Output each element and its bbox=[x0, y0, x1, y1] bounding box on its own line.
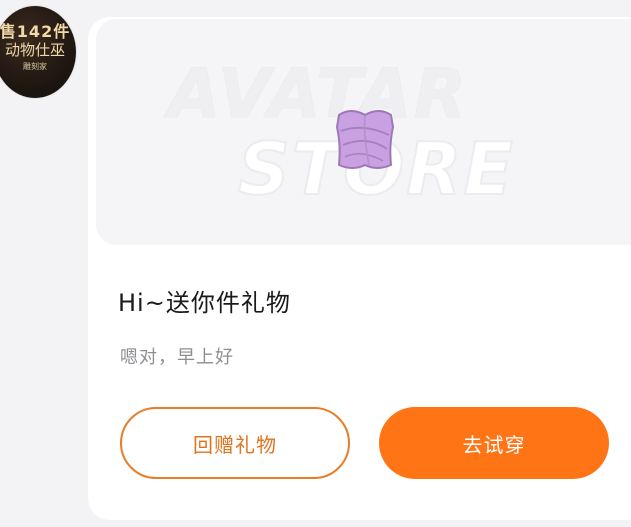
try-on-button[interactable]: 去试穿 bbox=[379, 407, 609, 479]
avatar-badge-small: 雕刻家 bbox=[23, 62, 47, 71]
avatar-badge-name: 动物仕巫 bbox=[4, 41, 65, 59]
return-gift-button[interactable]: 回赠礼物 bbox=[120, 407, 350, 479]
avatar[interactable]: 售142件 动物仕巫 雕刻家 bbox=[0, 6, 76, 98]
gift-banner: AVATAR STORE bbox=[96, 19, 631, 245]
watermark-avatar: AVATAR bbox=[167, 55, 469, 135]
gift-message-screen: 售142件 动物仕巫 雕刻家 AVATAR STORE Hi~送你件礼物 嗯对，… bbox=[0, 0, 631, 527]
gift-title: Hi~送你件礼物 bbox=[118, 289, 291, 317]
gift-card: AVATAR STORE Hi~送你件礼物 嗯对，早上好 回赠礼物 去试穿 bbox=[88, 17, 631, 520]
gift-subtitle: 嗯对，早上好 bbox=[120, 347, 234, 368]
tube-top-clothing-icon[interactable] bbox=[333, 105, 397, 173]
